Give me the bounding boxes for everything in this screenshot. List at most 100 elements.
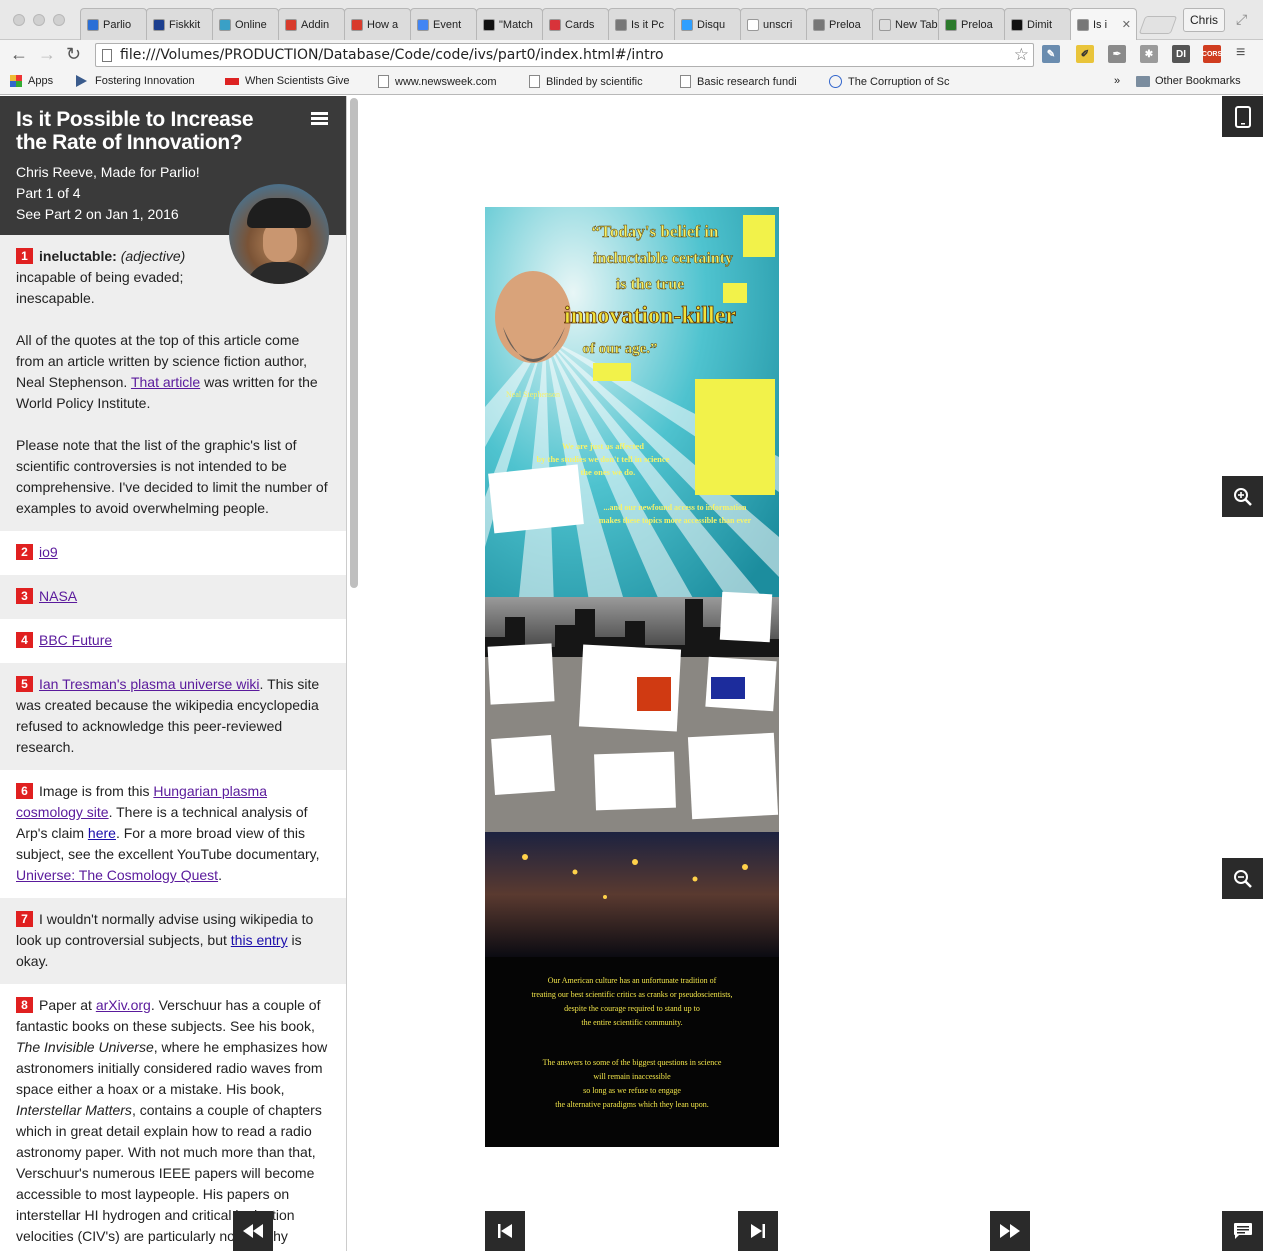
browser-tab[interactable]: Dimit: [1004, 8, 1071, 40]
nasa-link[interactable]: NASA: [39, 588, 77, 604]
bookmark-when-scientists-give[interactable]: When Scientists Give: [225, 75, 350, 87]
window-minimize-button[interactable]: [33, 14, 45, 26]
mobile-view-button[interactable]: [1222, 96, 1263, 137]
zoom-out-button[interactable]: [1222, 858, 1263, 899]
browser-tab[interactable]: New Tab: [872, 8, 939, 40]
bookmark-apps[interactable]: Apps: [10, 75, 53, 87]
tab-label: Is i: [1093, 18, 1108, 31]
tab-favicon-icon: [285, 18, 297, 31]
browser-tab[interactable]: Is it Pc: [608, 8, 675, 40]
tab-label: How a: [367, 18, 399, 31]
poster-quote-line-3: is the true: [616, 276, 684, 293]
poster-card-5: [594, 751, 676, 811]
extension-wrench-icon[interactable]: ✎: [1042, 45, 1060, 63]
browser-tab[interactable]: Cards: [542, 8, 609, 40]
cosmology-quest-link[interactable]: Universe: The Cosmology Quest: [16, 867, 218, 883]
poster-card-1: [487, 643, 555, 705]
window-close-button[interactable]: [13, 14, 25, 26]
extension-di[interactable]: DI: [1172, 45, 1190, 63]
fast-forward-button[interactable]: [990, 1211, 1030, 1251]
poster-yellow-note-top-right: [743, 215, 775, 257]
npr-favicon-icon: [225, 77, 239, 85]
poster-quote-line-4: innovation-killer: [564, 303, 736, 329]
tab-favicon-icon: [87, 18, 99, 31]
skip-to-start-icon: [498, 1224, 512, 1238]
highlighter-icon[interactable]: ✐: [1076, 45, 1094, 63]
table-of-contents-icon[interactable]: [311, 112, 328, 126]
note-2: 2 io9: [0, 531, 346, 575]
bookmark-corruption-of-sc[interactable]: The Corruption of Sc: [829, 75, 950, 88]
rewind-button[interactable]: [233, 1211, 273, 1251]
browser-tab[interactable]: Fiskkit: [146, 8, 213, 40]
arxiv-link[interactable]: arXiv.org: [96, 997, 151, 1013]
bbc-future-link[interactable]: BBC Future: [39, 632, 112, 648]
bookmark-newsweek[interactable]: www.newsweek.com: [378, 75, 496, 88]
tab-favicon-icon: [153, 18, 165, 31]
browser-tab[interactable]: "Match: [476, 8, 543, 40]
browser-tab[interactable]: Online: [212, 8, 279, 40]
note-8: 8 Paper at arXiv.org. Verschuur has a cou…: [16, 997, 328, 1251]
browser-toolbar: ← → ↻ file:///Volumes/PRODUCTION/Databas…: [0, 40, 1263, 70]
tab-favicon-icon: [879, 18, 891, 31]
poster-quote-line-2: ineluctable certainty: [593, 250, 733, 267]
browser-tab[interactable]: Event: [410, 8, 477, 40]
bug-icon[interactable]: ✱: [1140, 45, 1158, 63]
new-tab-button[interactable]: [1138, 16, 1178, 34]
zoom-in-button[interactable]: [1222, 476, 1263, 517]
tab-favicon-icon: [1011, 18, 1023, 31]
profile-button[interactable]: Chris: [1183, 8, 1226, 32]
infographic-poster[interactable]: “Today's belief in ineluctable certainty…: [485, 207, 779, 1147]
fullscreen-icon[interactable]: ⤢: [1236, 11, 1247, 28]
browser-tab[interactable]: How a: [344, 8, 411, 40]
reload-button[interactable]: ↻: [66, 44, 81, 65]
poster-bottom-line-9: the alternative paradigms which they lea…: [555, 1100, 709, 1109]
plasma-universe-wiki-link[interactable]: Ian Tresman's plasma universe wiki: [39, 676, 260, 692]
tab-favicon-icon: [1077, 18, 1089, 31]
tab-label: Dimit: [1027, 18, 1053, 31]
bookmarks-overflow-icon[interactable]: »: [1114, 75, 1120, 87]
sidebar-scrollbar[interactable]: [350, 98, 358, 588]
bookmark-basic-research[interactable]: Basic research fundi: [680, 75, 797, 88]
tab-favicon-icon: [681, 18, 693, 31]
tab-label: unscri: [763, 18, 793, 31]
bookmark-star-icon[interactable]: ☆: [1014, 45, 1029, 65]
browser-tab[interactable]: Is i ✕: [1070, 8, 1137, 40]
bookmark-blinded-by-scientific[interactable]: Blinded by scientific: [529, 75, 643, 88]
io9-link[interactable]: io9: [39, 544, 58, 560]
poster-fire-thumb: [637, 677, 671, 711]
tab-favicon-icon: [483, 18, 495, 31]
here-link[interactable]: here: [88, 825, 116, 841]
eyedropper-icon[interactable]: ✒: [1108, 45, 1126, 63]
tab-label: Online: [235, 18, 267, 31]
tab-label: Preloa: [961, 18, 993, 31]
address-bar[interactable]: file:///Volumes/PRODUCTION/Database/Code…: [95, 43, 1034, 67]
this-entry-link[interactable]: this entry: [231, 932, 288, 948]
tab-label: Disqu: [697, 18, 726, 31]
tab-list: Parlio Fiskkit Online Addin How a Event "Match…: [80, 8, 1178, 40]
comments-button[interactable]: [1222, 1211, 1263, 1251]
browser-tab[interactable]: Addin: [278, 8, 345, 40]
browser-tab[interactable]: unscri: [740, 8, 807, 40]
tab-label: New Tab: [895, 18, 938, 31]
menu-icon[interactable]: ≡: [1236, 44, 1245, 62]
note-7: 7I wouldn't normally advise using wikipe…: [0, 898, 346, 984]
browser-tab[interactable]: Preloa: [806, 8, 873, 40]
bookmark-other-bookmarks[interactable]: Other Bookmarks: [1136, 75, 1241, 87]
poster-black-footer: [485, 957, 779, 1147]
forward-button[interactable]: →: [38, 44, 56, 65]
rewind-icon: [243, 1224, 263, 1238]
browser-tab[interactable]: Preloa: [938, 8, 1005, 40]
first-slide-button[interactable]: [485, 1211, 525, 1251]
note-3: 3 NASA: [0, 575, 346, 619]
tab-close-icon[interactable]: ✕: [1122, 18, 1131, 31]
page-favicon-icon: [680, 75, 691, 88]
that-article-link[interactable]: That article: [131, 374, 200, 390]
back-button[interactable]: ←: [10, 44, 28, 65]
window-zoom-button[interactable]: [53, 14, 65, 26]
browser-tab[interactable]: Disqu: [674, 8, 741, 40]
last-slide-button[interactable]: [738, 1211, 778, 1251]
browser-tab[interactable]: Parlio: [80, 8, 147, 40]
bookmark-fostering-innovation[interactable]: Fostering Innovation: [76, 75, 195, 87]
extension-cors[interactable]: CORS: [1202, 45, 1222, 63]
poster-bottom-line-6: The answers to some of the biggest quest…: [543, 1058, 722, 1067]
